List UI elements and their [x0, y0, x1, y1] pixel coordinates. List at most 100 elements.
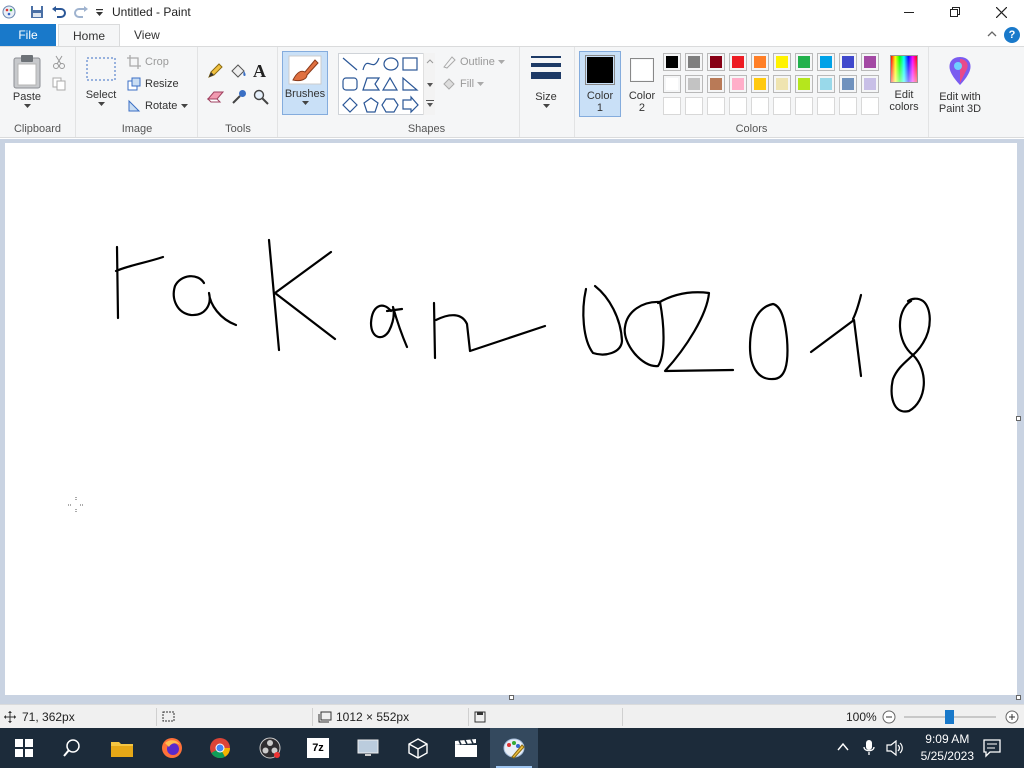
right-triangle-shape-icon[interactable]: [402, 76, 419, 91]
palette-color-swatch[interactable]: [751, 53, 769, 71]
arrow-shape-icon[interactable]: [402, 95, 419, 114]
color2-button[interactable]: Color 2: [623, 55, 661, 114]
custom-color-slot[interactable]: [773, 97, 791, 115]
undo-icon[interactable]: [48, 1, 70, 23]
show-hidden-icons-button[interactable]: [836, 740, 850, 757]
copy-icon[interactable]: [52, 77, 66, 94]
rectangle-shape-icon[interactable]: [402, 57, 418, 71]
7zip-button[interactable]: 7z: [294, 728, 342, 768]
size-button[interactable]: Size: [526, 53, 566, 109]
3d-viewer-button[interactable]: [394, 728, 442, 768]
zoom-out-button[interactable]: [882, 705, 896, 729]
notification-center-button[interactable]: [982, 738, 1002, 761]
fill-bucket-icon[interactable]: [229, 63, 247, 82]
drawing-canvas[interactable]: [5, 143, 1017, 695]
tab-file[interactable]: File: [0, 24, 56, 46]
hexagon-shape-icon[interactable]: [381, 98, 399, 113]
zoom-slider-thumb[interactable]: [945, 710, 954, 724]
palette-color-swatch[interactable]: [839, 75, 857, 93]
canvas-resize-handle-bottom[interactable]: [509, 695, 514, 700]
obs-button[interactable]: [246, 728, 294, 768]
line-shape-icon[interactable]: [342, 57, 358, 71]
paste-button[interactable]: Paste: [8, 53, 46, 109]
paint-app-icon[interactable]: [0, 1, 18, 23]
custom-color-slot[interactable]: [729, 97, 747, 115]
color-picker-icon[interactable]: [231, 89, 247, 108]
pentagon-shape-icon[interactable]: [363, 97, 379, 113]
custom-color-slot[interactable]: [707, 97, 725, 115]
microphone-tray-icon[interactable]: [862, 739, 876, 760]
help-icon[interactable]: ?: [1004, 27, 1020, 43]
rotate-button[interactable]: Rotate: [127, 96, 192, 116]
text-tool-icon[interactable]: A: [253, 61, 266, 82]
palette-color-swatch[interactable]: [729, 75, 747, 93]
zoom-in-button[interactable]: [1005, 705, 1019, 729]
canvas-resize-handle-corner[interactable]: [1016, 695, 1021, 700]
eraser-icon[interactable]: [206, 89, 225, 106]
redo-icon[interactable]: [70, 1, 92, 23]
canvas-resize-handle-right[interactable]: [1016, 416, 1021, 421]
palette-color-swatch[interactable]: [861, 75, 879, 93]
cut-icon[interactable]: [52, 55, 66, 72]
palette-color-swatch[interactable]: [795, 53, 813, 71]
rounded-rectangle-shape-icon[interactable]: [342, 77, 358, 91]
palette-color-swatch[interactable]: [773, 53, 791, 71]
video-editor-button[interactable]: [442, 728, 490, 768]
custom-color-slot[interactable]: [685, 97, 703, 115]
zoom-slider[interactable]: [904, 705, 996, 729]
curve-shape-icon[interactable]: [362, 57, 380, 71]
palette-color-swatch[interactable]: [773, 75, 791, 93]
shapes-scroll[interactable]: [423, 53, 435, 115]
network-app-button[interactable]: [344, 728, 392, 768]
custom-color-slot[interactable]: [861, 97, 879, 115]
edit-colors-button[interactable]: Edit colors: [881, 55, 927, 113]
start-button[interactable]: [0, 728, 48, 768]
brushes-button[interactable]: Brushes: [282, 51, 328, 115]
palette-color-swatch[interactable]: [729, 53, 747, 71]
tab-home[interactable]: Home: [58, 24, 121, 46]
close-button[interactable]: [978, 0, 1024, 24]
palette-color-swatch[interactable]: [751, 75, 769, 93]
edit-with-paint3d-button[interactable]: Edit with Paint 3D: [934, 55, 986, 115]
custom-color-slot[interactable]: [663, 97, 681, 115]
collapse-ribbon-icon[interactable]: [986, 28, 1000, 42]
customize-toolbar-icon[interactable]: [92, 1, 106, 23]
firefox-button[interactable]: [148, 728, 196, 768]
oval-shape-icon[interactable]: [383, 57, 399, 71]
system-clock[interactable]: 9:09 AM 5/25/2023: [921, 731, 974, 765]
magnifier-icon[interactable]: [253, 89, 269, 108]
polygon-shape-icon[interactable]: [362, 77, 381, 91]
palette-color-swatch[interactable]: [795, 75, 813, 93]
custom-color-slot[interactable]: [751, 97, 769, 115]
palette-color-swatch[interactable]: [685, 53, 703, 71]
save-icon[interactable]: [26, 1, 48, 23]
chrome-button[interactable]: [196, 728, 244, 768]
restore-button[interactable]: [932, 0, 978, 24]
diamond-shape-icon[interactable]: [342, 97, 358, 113]
volume-tray-icon[interactable]: [886, 739, 904, 759]
palette-color-swatch[interactable]: [707, 53, 725, 71]
file-explorer-button[interactable]: [98, 728, 146, 768]
paint-taskbar-button[interactable]: [490, 728, 538, 768]
minimize-button[interactable]: [886, 0, 932, 24]
palette-color-swatch[interactable]: [685, 75, 703, 93]
color1-button[interactable]: Color 1: [579, 51, 621, 117]
select-button[interactable]: Select: [83, 55, 119, 107]
tab-view[interactable]: View: [120, 24, 174, 46]
triangle-shape-icon[interactable]: [381, 76, 399, 91]
custom-color-slot[interactable]: [817, 97, 835, 115]
palette-color-swatch[interactable]: [861, 53, 879, 71]
custom-color-slot[interactable]: [795, 97, 813, 115]
palette-color-swatch[interactable]: [663, 75, 681, 93]
outline-button[interactable]: Outline: [442, 52, 509, 72]
palette-color-swatch[interactable]: [839, 53, 857, 71]
palette-color-swatch[interactable]: [817, 75, 835, 93]
palette-color-swatch[interactable]: [817, 53, 835, 71]
custom-color-slot[interactable]: [839, 97, 857, 115]
pencil-icon[interactable]: [207, 63, 223, 82]
search-button[interactable]: [48, 728, 96, 768]
resize-button[interactable]: Resize: [127, 74, 179, 94]
palette-color-swatch[interactable]: [707, 75, 725, 93]
crop-button[interactable]: Crop: [127, 52, 169, 72]
fill-button[interactable]: Fill: [442, 74, 488, 94]
